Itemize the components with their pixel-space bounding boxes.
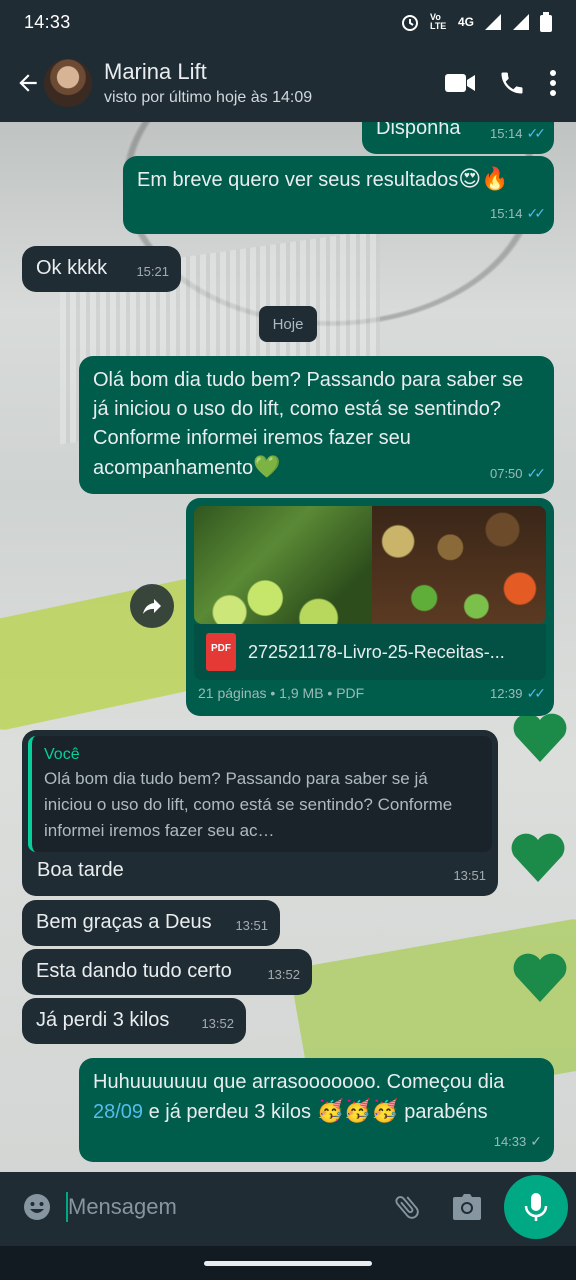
message-time: 15:14 (489, 206, 523, 221)
home-handle[interactable] (204, 1260, 372, 1266)
phone-icon[interactable] (498, 69, 526, 97)
message-bubble[interactable]: Disponha 15:14 ✓✓ (362, 122, 554, 154)
message-meta: 14:33 ✓ (494, 1127, 542, 1156)
document-preview[interactable] (194, 506, 546, 624)
message-time: 15:21 (136, 264, 169, 279)
chat-area[interactable]: Disponha 15:14 ✓✓ Em breve quero ver seu… (0, 122, 576, 1172)
document-info: 21 páginas • 1,9 MB • PDF (198, 685, 365, 701)
message-meta: 13:52 (201, 1009, 234, 1038)
message-time: 13:52 (267, 967, 300, 982)
message-meta: 15:21 (136, 257, 169, 286)
message-meta: 07:50 ✓✓ (489, 459, 547, 488)
message-text: Esta dando tudo certo (36, 960, 232, 982)
message-text: Ok kkkk (36, 257, 108, 279)
message-text-wrap: Olá bom dia tudo bem? Passando para sabe… (93, 366, 533, 483)
mic-button[interactable] (504, 1175, 568, 1239)
status-icons: Vo LTE 4G (400, 12, 552, 32)
avatar[interactable] (44, 59, 92, 107)
message-text: Huhuuuuuuu que arrasooooooo. Começou dia (93, 1071, 505, 1093)
read-ticks-icon: ✓✓ (526, 205, 547, 221)
message-meta: 13:51 (235, 911, 268, 940)
message-time: 14:33 (493, 1134, 527, 1149)
network-label: 4G (457, 15, 474, 29)
message-text: e já perdeu 3 kilos (148, 1101, 311, 1123)
message-text: Já perdi 3 kilos (36, 1009, 170, 1031)
message-bubble[interactable]: Olá bom dia tudo bem? Passando para sabe… (79, 356, 554, 494)
document-file[interactable]: PDF 272521178-Livro-25-Receitas-... (194, 624, 546, 680)
mic-icon (524, 1193, 548, 1221)
emoji: 😍🔥 (458, 167, 509, 192)
message-meta: 13:51 (453, 861, 486, 890)
quote-text: Olá bom dia tudo bem? Passando para sabe… (44, 769, 453, 840)
more-vert-icon[interactable] (548, 69, 558, 97)
chat-header: Marina Lift visto por último hoje às 14:… (0, 44, 576, 122)
quoted-message[interactable]: Você Olá bom dia tudo bem? Passando para… (28, 736, 492, 852)
contact-name: Marina Lift (104, 59, 207, 84)
forward-button[interactable] (130, 584, 174, 628)
emoji: 🥳🥳🥳 (316, 1099, 399, 1124)
signal-icon (513, 14, 529, 30)
document-name: 272521178-Livro-25-Receitas-... (248, 641, 505, 662)
video-call-icon[interactable] (444, 71, 476, 95)
pdf-icon: PDF (206, 633, 236, 671)
wallpaper-heart (512, 712, 568, 762)
emoji: 💚 (253, 455, 281, 480)
message-bubble[interactable]: Já perdi 3 kilos 13:52 (22, 998, 246, 1044)
status-time: 14:33 (24, 11, 71, 32)
status-bar: 14:33 Vo LTE 4G (0, 0, 576, 44)
message-meta: 15:14 ✓✓ (489, 122, 547, 148)
message-bubble[interactable]: Ok kkkk 15:21 (22, 246, 181, 292)
message-text: Olá bom dia tudo bem? Passando para sabe… (93, 369, 524, 479)
message-meta: 12:39 ✓✓ (489, 679, 547, 708)
message-text-wrap: Huhuuuuuuu que arrasooooooo. Começou dia… (93, 1068, 543, 1127)
date-link[interactable]: 28/09 (93, 1101, 143, 1123)
message-time: 07:50 (489, 466, 523, 481)
message-text: Bem graças a Deus (36, 911, 212, 933)
message-text: Boa tarde (37, 859, 124, 881)
message-text: Disponha (376, 122, 461, 139)
message-bubble[interactable]: Em breve quero ver seus resultados😍🔥 15:… (123, 156, 554, 234)
signal-icon (485, 14, 501, 30)
read-ticks-icon: ✓✓ (526, 125, 547, 141)
read-ticks-icon: ✓✓ (526, 685, 547, 701)
day-separator: Hoje (259, 306, 317, 342)
last-seen: visto por último hoje às 14:09 (104, 89, 313, 106)
attach-icon[interactable] (392, 1192, 422, 1222)
emoji-icon[interactable] (22, 1192, 52, 1222)
message-text: parabéns (404, 1101, 488, 1123)
document-message[interactable]: PDF 272521178-Livro-25-Receitas-... 21 p… (186, 498, 554, 716)
preview-image (372, 506, 546, 624)
message-time: 13:52 (201, 1016, 234, 1031)
header-actions (444, 69, 558, 97)
contact-info[interactable]: Marina Lift visto por último hoje às 14:… (104, 59, 312, 107)
message-time: 13:51 (235, 918, 268, 933)
message-input-bar[interactable]: Mensagem (8, 1176, 496, 1238)
message-bubble[interactable]: Você Olá bom dia tudo bem? Passando para… (22, 730, 498, 896)
system-nav-bar (0, 1246, 576, 1280)
message-bubble[interactable]: Huhuuuuuuu que arrasooooooo. Começou dia… (79, 1058, 554, 1162)
message-text: Em breve quero ver seus resultados (137, 169, 459, 191)
delivered-tick-icon: ✓ (530, 1133, 542, 1149)
camera-icon[interactable] (452, 1193, 482, 1221)
input-actions (392, 1192, 482, 1222)
message-bubble[interactable]: Bem graças a Deus 13:51 (22, 900, 280, 946)
wallpaper-heart (510, 832, 566, 882)
volte-icon: Vo LTE (429, 12, 447, 31)
read-ticks-icon: ✓✓ (526, 465, 547, 481)
message-bubble[interactable]: Esta dando tudo certo 13:52 (22, 949, 312, 995)
quote-author: Você (44, 746, 80, 763)
preview-image (194, 506, 372, 624)
message-time: 15:14 (489, 126, 523, 141)
message-input[interactable]: Mensagem (68, 1194, 177, 1220)
battery-icon (540, 12, 552, 32)
message-time: 13:51 (453, 868, 486, 883)
message-meta: 13:52 (267, 960, 300, 989)
alarm-icon (401, 15, 418, 31)
message-meta: 15:14 ✓✓ (489, 199, 547, 228)
pdf-icon-label: PDF (211, 643, 231, 654)
forward-icon (143, 599, 161, 614)
message-time: 12:39 (489, 686, 523, 701)
